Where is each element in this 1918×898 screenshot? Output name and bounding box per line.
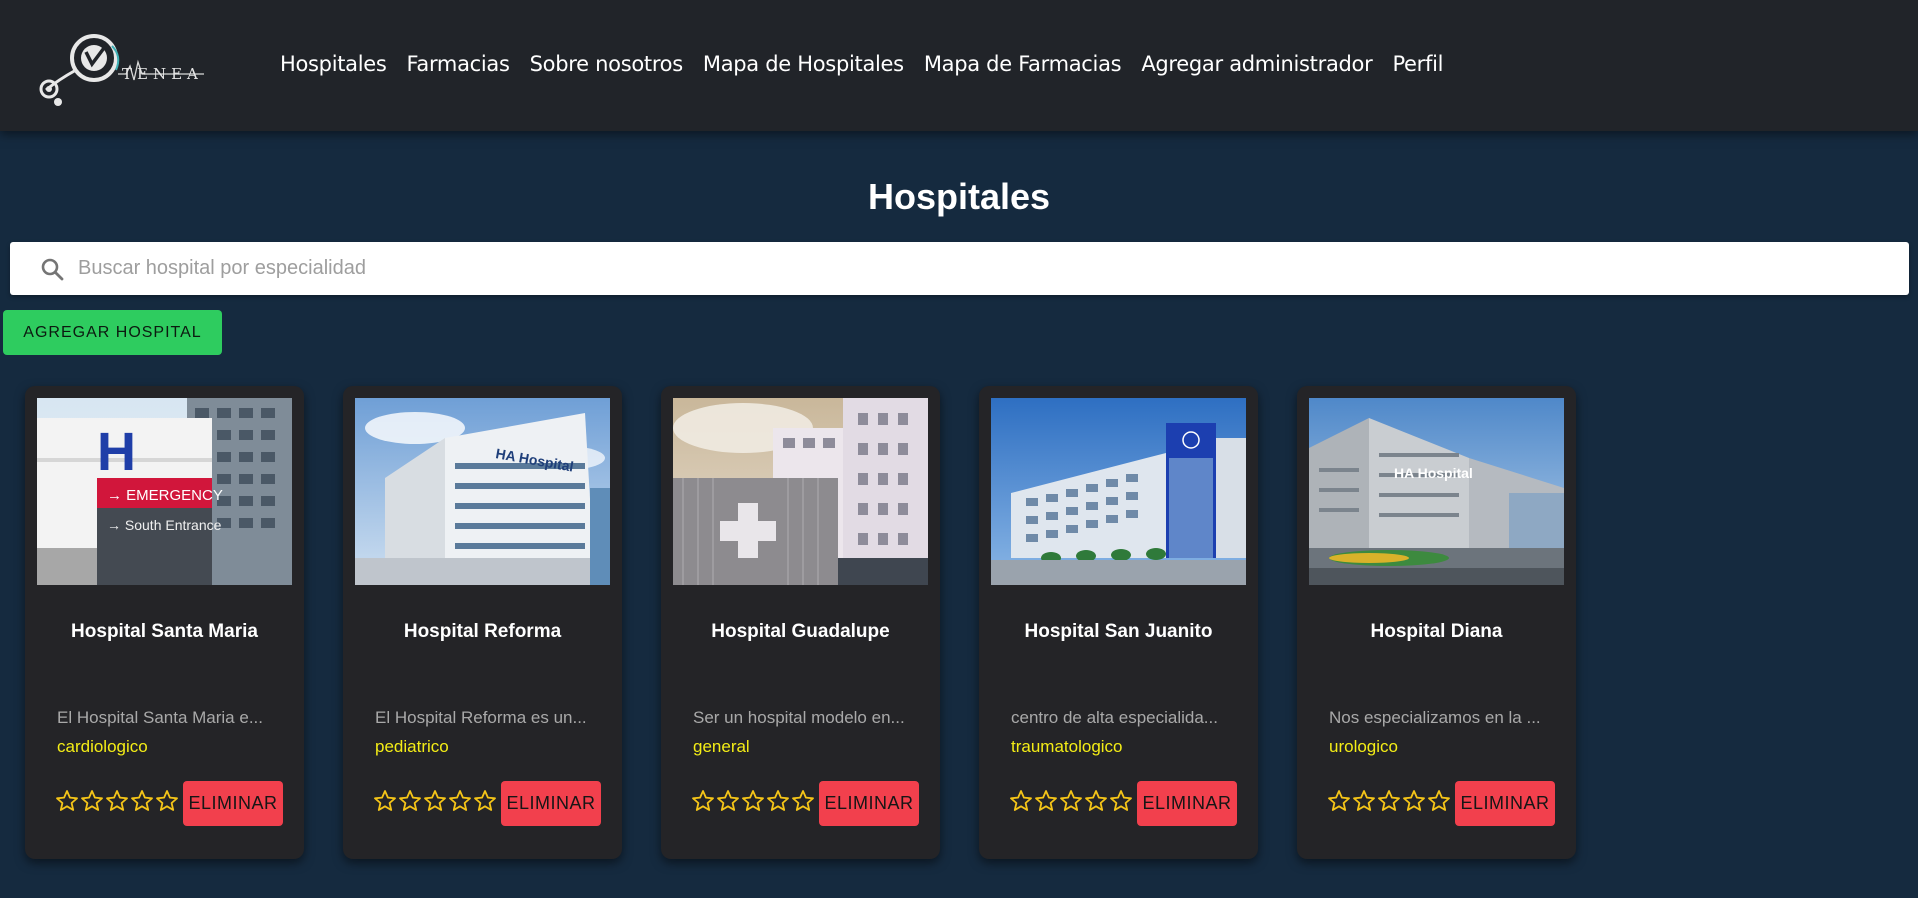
svg-text:H: H bbox=[97, 422, 136, 482]
hospital-specialty: pediatrico bbox=[375, 737, 449, 756]
star-icon[interactable] bbox=[1352, 789, 1376, 813]
delete-button[interactable]: ELIMINAR bbox=[1455, 781, 1555, 826]
hospital-title: Hospital Guadalupe bbox=[711, 621, 890, 642]
star-icon[interactable] bbox=[716, 789, 740, 813]
nav-link-mapa-farmacias[interactable]: Mapa de Farmacias bbox=[924, 52, 1122, 76]
hospital-card: HA Hospital Hospital Reforma El Hospital… bbox=[343, 386, 622, 859]
svg-text:HA Hospital: HA Hospital bbox=[1394, 465, 1473, 481]
hospital-title: Hospital San Juanito bbox=[1024, 621, 1213, 642]
star-icon[interactable] bbox=[130, 789, 154, 813]
star-icon[interactable] bbox=[1109, 789, 1133, 813]
hospital-image: HA Hospital bbox=[355, 398, 610, 585]
delete-button[interactable]: ELIMINAR bbox=[501, 781, 601, 826]
hospital-title: Hospital Santa Maria bbox=[71, 621, 258, 642]
nav-link-hospitales[interactable]: Hospitales bbox=[280, 52, 387, 76]
star-icon[interactable] bbox=[105, 789, 129, 813]
star-icon[interactable] bbox=[1059, 789, 1083, 813]
rating-stars bbox=[373, 789, 497, 813]
nav-link-perfil[interactable]: Perfil bbox=[1392, 52, 1443, 76]
star-icon[interactable] bbox=[1427, 789, 1451, 813]
star-icon[interactable] bbox=[55, 789, 79, 813]
hospital-specialty: traumatologico bbox=[1011, 737, 1123, 756]
rating-stars bbox=[1327, 789, 1451, 813]
star-icon[interactable] bbox=[155, 789, 179, 813]
star-icon[interactable] bbox=[1084, 789, 1108, 813]
star-icon[interactable] bbox=[1009, 789, 1033, 813]
rating-stars bbox=[691, 789, 815, 813]
hospital-card: HA Hospital Hospital Diana Nos especiali… bbox=[1297, 386, 1576, 859]
hospital-description: El Hospital Santa Maria e... bbox=[57, 708, 263, 727]
delete-button[interactable]: ELIMINAR bbox=[819, 781, 919, 826]
nav-link-agregar-administrador[interactable]: Agregar administrador bbox=[1141, 52, 1372, 76]
nav-links: Hospitales Farmacias Sobre nosotros Mapa… bbox=[280, 52, 1443, 76]
page-title: Hospitales bbox=[867, 176, 1051, 217]
star-icon[interactable] bbox=[741, 789, 765, 813]
navbar: TENEA Hospitales Farmacias Sobre nosotro… bbox=[0, 0, 1918, 131]
star-icon[interactable] bbox=[448, 789, 472, 813]
rating-stars bbox=[55, 789, 179, 813]
hospital-image: HA Hospital bbox=[1309, 398, 1564, 585]
hospital-title: Hospital Diana bbox=[1370, 621, 1503, 642]
rating-stars bbox=[1009, 789, 1133, 813]
hospital-description: El Hospital Reforma es un... bbox=[375, 708, 587, 727]
star-icon[interactable] bbox=[691, 789, 715, 813]
star-icon[interactable] bbox=[473, 789, 497, 813]
logo-text: TENEA bbox=[122, 65, 203, 83]
hospital-image: H → EMERGENCY → South Entrance bbox=[37, 398, 292, 585]
hospital-specialty: cardiologico bbox=[57, 737, 148, 756]
star-icon[interactable] bbox=[398, 789, 422, 813]
hospital-title: Hospital Reforma bbox=[403, 621, 562, 642]
hospital-card: Hospital Guadalupe Ser un hospital model… bbox=[661, 386, 940, 859]
star-icon[interactable] bbox=[80, 789, 104, 813]
star-icon[interactable] bbox=[1034, 789, 1058, 813]
search-icon bbox=[40, 257, 64, 281]
star-icon[interactable] bbox=[1402, 789, 1426, 813]
hospital-image bbox=[673, 398, 928, 585]
nav-link-sobre-nosotros[interactable]: Sobre nosotros bbox=[530, 52, 684, 76]
star-icon[interactable] bbox=[766, 789, 790, 813]
add-hospital-button[interactable]: AGREGAR HOSPITAL bbox=[3, 310, 222, 355]
hospital-description: Nos especializamos en la ... bbox=[1329, 708, 1541, 727]
nav-link-farmacias[interactable]: Farmacias bbox=[407, 52, 510, 76]
star-icon[interactable] bbox=[423, 789, 447, 813]
hospital-image bbox=[991, 398, 1246, 585]
delete-button[interactable]: ELIMINAR bbox=[1137, 781, 1237, 826]
hospital-card: Hospital San Juanito centro de alta espe… bbox=[979, 386, 1258, 859]
search-input[interactable] bbox=[78, 242, 1888, 295]
star-icon[interactable] bbox=[1327, 789, 1351, 813]
svg-text:→ EMERGENCY: → EMERGENCY bbox=[107, 487, 223, 504]
nav-link-mapa-hospitales[interactable]: Mapa de Hospitales bbox=[703, 52, 904, 76]
star-icon[interactable] bbox=[373, 789, 397, 813]
delete-button[interactable]: ELIMINAR bbox=[183, 781, 283, 826]
svg-text:→ South Entrance: → South Entrance bbox=[107, 517, 222, 533]
star-icon[interactable] bbox=[1377, 789, 1401, 813]
hospital-description: Ser un hospital modelo en... bbox=[693, 708, 905, 727]
hospital-specialty: general bbox=[693, 737, 750, 756]
hospital-description: centro de alta especialida... bbox=[1011, 708, 1218, 727]
hospital-specialty: urologico bbox=[1329, 737, 1398, 756]
hospital-card: H → EMERGENCY → South Entrance Hospital … bbox=[25, 386, 304, 859]
search-bar bbox=[10, 242, 1909, 295]
star-icon[interactable] bbox=[791, 789, 815, 813]
